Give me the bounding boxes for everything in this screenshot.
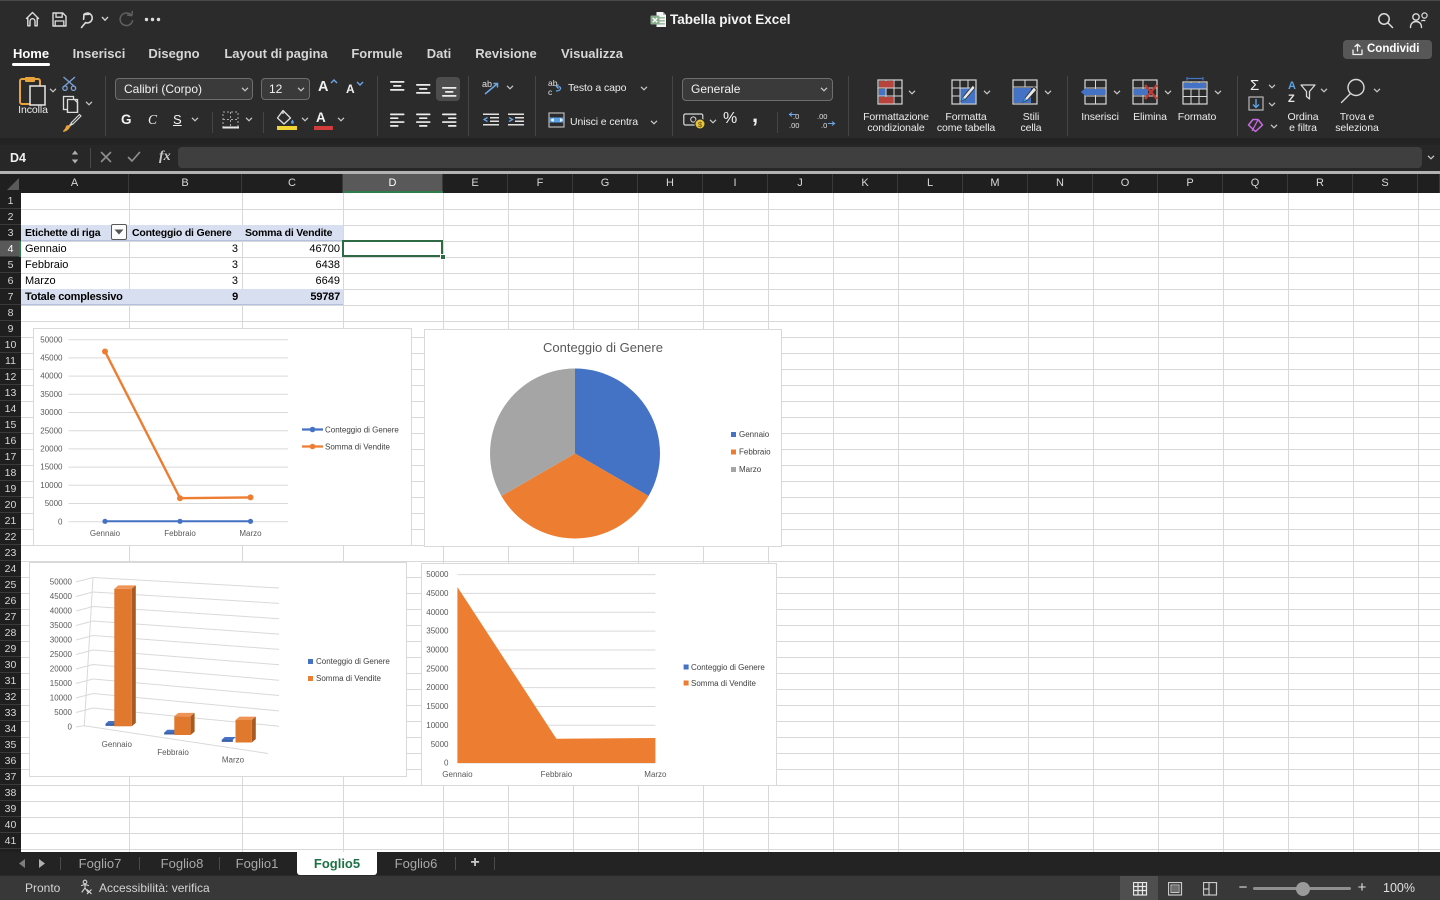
svg-text:Gennaio: Gennaio xyxy=(442,770,473,779)
svg-text:45000: 45000 xyxy=(40,354,63,363)
svg-text:.00: .00 xyxy=(789,121,799,130)
svg-text:50000: 50000 xyxy=(50,578,73,587)
svg-text:Marzo: Marzo xyxy=(739,465,762,474)
svg-text:5000: 5000 xyxy=(431,740,449,749)
svg-text:Febbraio: Febbraio xyxy=(541,770,573,779)
svg-text:40000: 40000 xyxy=(50,607,73,616)
svg-text:0: 0 xyxy=(58,517,63,526)
svg-text:30000: 30000 xyxy=(426,646,449,655)
svg-text:Gennaio: Gennaio xyxy=(102,740,133,749)
svg-text:Gennaio: Gennaio xyxy=(739,430,770,439)
svg-text:50000: 50000 xyxy=(40,335,63,344)
svg-text:20000: 20000 xyxy=(426,683,449,692)
svg-text:35000: 35000 xyxy=(426,627,449,636)
svg-text:15000: 15000 xyxy=(50,679,73,688)
svg-text:Marzo: Marzo xyxy=(222,755,245,764)
svg-text:c: c xyxy=(548,87,553,96)
svg-text:40000: 40000 xyxy=(40,372,63,381)
svg-text:Febbraio: Febbraio xyxy=(164,529,196,538)
svg-text:5000: 5000 xyxy=(54,708,72,717)
svg-text:45000: 45000 xyxy=(50,592,73,601)
svg-text:ab: ab xyxy=(482,79,492,89)
svg-text:Somma di Vendite: Somma di Vendite xyxy=(325,442,390,451)
svg-text:10000: 10000 xyxy=(50,694,73,703)
svg-text:Somma di Vendite: Somma di Vendite xyxy=(316,674,381,683)
svg-text:45000: 45000 xyxy=(426,589,449,598)
svg-text:20000: 20000 xyxy=(40,445,63,454)
svg-text:10000: 10000 xyxy=(426,721,449,730)
svg-text:40000: 40000 xyxy=(426,608,449,617)
svg-text:Z: Z xyxy=(1288,93,1295,105)
svg-text:0: 0 xyxy=(444,759,449,768)
svg-text:15000: 15000 xyxy=(426,702,449,711)
svg-text:Conteggio di Genere: Conteggio di Genere xyxy=(543,340,663,355)
svg-text:25000: 25000 xyxy=(426,664,449,673)
svg-text:35000: 35000 xyxy=(40,390,63,399)
svg-text:15000: 15000 xyxy=(40,463,63,472)
svg-text:30000: 30000 xyxy=(50,636,73,645)
svg-text:Conteggio di Genere: Conteggio di Genere xyxy=(691,663,765,672)
svg-text:Marzo: Marzo xyxy=(644,770,667,779)
svg-text:5000: 5000 xyxy=(45,499,63,508)
svg-text:A: A xyxy=(1288,80,1296,92)
svg-text:Somma di Vendite: Somma di Vendite xyxy=(691,679,756,688)
svg-text:10000: 10000 xyxy=(40,481,63,490)
svg-text:Conteggio di Genere: Conteggio di Genere xyxy=(325,425,399,434)
svg-text:.0: .0 xyxy=(821,121,827,130)
svg-text:25000: 25000 xyxy=(50,650,73,659)
svg-text:20000: 20000 xyxy=(50,665,73,674)
svg-text:35000: 35000 xyxy=(50,621,73,630)
svg-text:Febbraio: Febbraio xyxy=(157,748,189,757)
svg-text:30000: 30000 xyxy=(40,408,63,417)
svg-text:50000: 50000 xyxy=(426,570,449,579)
svg-text:0: 0 xyxy=(68,723,73,732)
svg-text:Febbraio: Febbraio xyxy=(739,448,771,457)
svg-text:25000: 25000 xyxy=(40,426,63,435)
svg-text:Marzo: Marzo xyxy=(239,529,262,538)
svg-text:.00: .00 xyxy=(817,112,827,121)
svg-text:.0: .0 xyxy=(793,112,799,121)
svg-text:Gennaio: Gennaio xyxy=(90,529,121,538)
svg-text:Conteggio di Genere: Conteggio di Genere xyxy=(316,657,390,666)
